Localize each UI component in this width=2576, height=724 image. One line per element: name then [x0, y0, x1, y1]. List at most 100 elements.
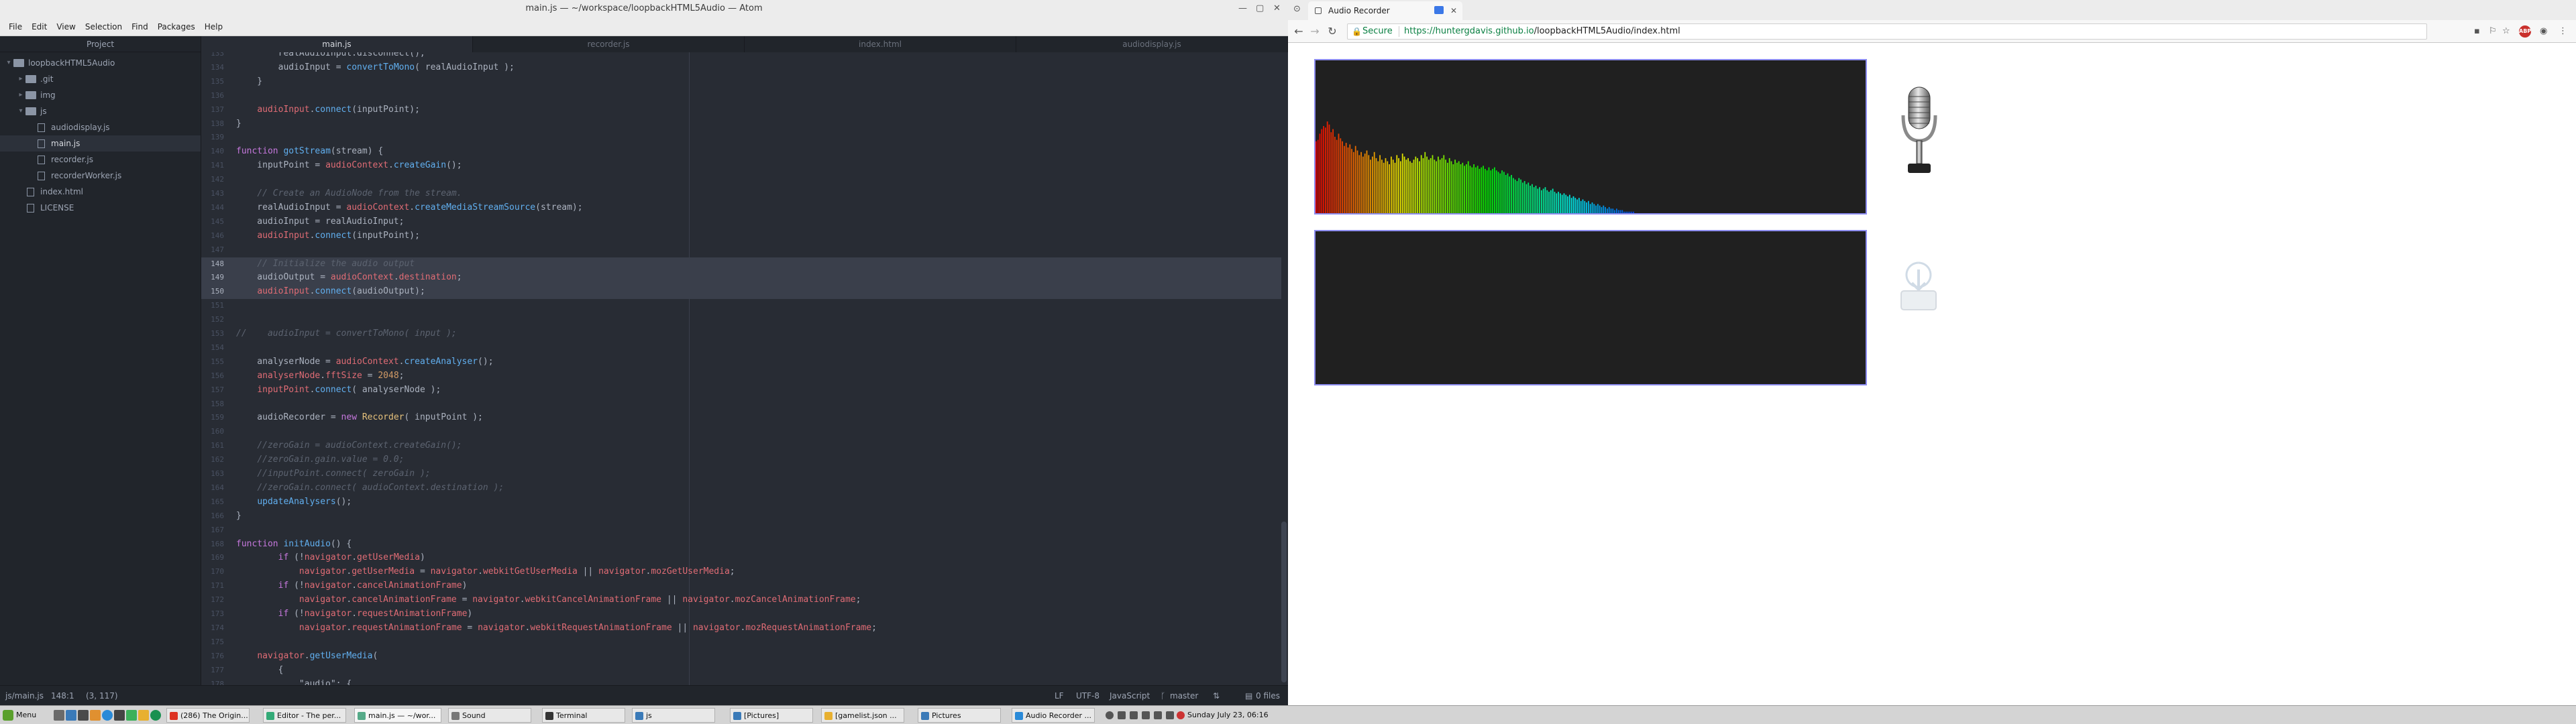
save-download-icon[interactable]	[1898, 260, 1939, 314]
bookmark-star-icon[interactable]: ☆	[2502, 26, 2510, 36]
spectrum-bar	[1464, 166, 1465, 213]
menu-find[interactable]: Find	[127, 22, 153, 32]
taskbar-item-terminal[interactable]: Terminal	[542, 708, 625, 723]
maximize-icon[interactable]: ▢	[1256, 0, 1264, 17]
chrome-icon[interactable]	[102, 710, 113, 721]
reload-icon[interactable]: ↻	[1324, 23, 1340, 40]
tab-audiodisplay-js[interactable]: audiodisplay.js	[1016, 36, 1288, 52]
taskbar-item-editor[interactable]: Editor - The per...	[263, 708, 346, 723]
spectrum-bar	[1389, 164, 1390, 213]
file-manager-icon[interactable]	[66, 710, 76, 721]
code-text: audioInput.connect(inputPoint);	[257, 104, 420, 115]
window-menu-icon[interactable]: ⊙	[1293, 4, 1301, 14]
taskbar-item-pictures-2[interactable]: Pictures	[918, 708, 1001, 723]
code-text: //inputPoint.connect( zeroGain );	[257, 469, 431, 479]
chrome-menu-icon[interactable]: ⋮	[2559, 26, 2567, 36]
sublime-icon[interactable]	[138, 710, 149, 721]
address-bar[interactable]: 🔒 Secure https://huntergdavis.github.io/…	[1347, 23, 2427, 40]
status-file-path[interactable]: js/main.js	[5, 686, 44, 705]
chrome-app-icon[interactable]	[150, 710, 161, 721]
taskbar-item-atom[interactable]: main.js — ~/wor...	[354, 708, 441, 723]
tree-item-label: index.html	[40, 187, 83, 196]
code-line: 146 audioInput.connect(inputPoint);	[201, 229, 1281, 243]
user-icon[interactable]	[1106, 711, 1114, 719]
taskbar-item-sound[interactable]: Sound	[448, 708, 531, 723]
extension-icon[interactable]: ◉	[2540, 26, 2547, 36]
code-line: 140 function gotStream(stream) {	[201, 145, 1281, 159]
tree-item-img[interactable]: ▸ img	[0, 87, 201, 103]
spectrum-bar	[1344, 145, 1345, 213]
code-line: 149 audioOutput = audioContext.destinati…	[201, 271, 1281, 286]
start-menu-button[interactable]: Menu	[16, 706, 36, 724]
tab-index-html[interactable]: index.html	[745, 36, 1016, 52]
tab-close-icon[interactable]: ✕	[1450, 1, 1457, 20]
status-branch[interactable]: master	[1170, 686, 1198, 705]
tree-item-js[interactable]: ▾ js	[0, 103, 201, 119]
tab-main-js[interactable]: main.js	[201, 36, 473, 52]
status-grammar[interactable]: JavaScript	[1110, 686, 1150, 705]
volume-icon[interactable]	[1154, 711, 1162, 719]
menu-selection[interactable]: Selection	[80, 22, 127, 32]
browser-tab[interactable]: Audio Recorder ✕	[1308, 1, 1462, 20]
spectrum-bar	[1548, 192, 1550, 213]
tree-item-index[interactable]: index.html	[0, 184, 201, 200]
code-line: 143 // Create an AudioNode from the stre…	[201, 187, 1281, 201]
taskbar-item-pictures-1[interactable]: [Pictures]	[730, 708, 813, 723]
spectrum-bar	[1454, 160, 1456, 213]
code-line: 177 {	[201, 664, 1281, 678]
update-shield-icon[interactable]	[1177, 711, 1185, 719]
steam-icon[interactable]	[114, 710, 125, 721]
tree-item-label: js	[40, 107, 47, 116]
microphone-icon[interactable]	[1900, 86, 1939, 180]
spectrum-bar	[1450, 161, 1452, 213]
back-icon[interactable]: ←	[1291, 23, 1307, 40]
status-encoding[interactable]: UTF-8	[1076, 686, 1099, 705]
menu-file[interactable]: File	[4, 22, 27, 32]
tree-item-recorderworker[interactable]: recorderWorker.js	[0, 168, 201, 184]
spectrum-bar	[1542, 188, 1544, 213]
clock[interactable]: Sunday July 23, 06:16	[1187, 706, 1269, 724]
status-cursor-position[interactable]: 148:1	[51, 686, 74, 705]
file-icon	[38, 171, 45, 180]
camera-icon[interactable]: ▪	[2474, 26, 2480, 36]
spectrum-bar	[1424, 152, 1426, 213]
tab-recorder-js[interactable]: recorder.js	[473, 36, 745, 52]
translate-icon[interactable]: ⚐	[2489, 26, 2497, 36]
tree-root[interactable]: ▾ loopbackHTML5Audio	[0, 55, 201, 71]
taskbar-item-js[interactable]: js	[632, 708, 715, 723]
bluetooth-icon[interactable]	[1118, 711, 1126, 719]
status-files[interactable]: 0 files	[1256, 686, 1280, 705]
terminal-icon[interactable]	[78, 710, 89, 721]
tree-item-audiodisplay[interactable]: audiodisplay.js	[0, 119, 201, 135]
adblock-icon[interactable]: ABP	[2519, 25, 2531, 38]
menu-packages[interactable]: Packages	[153, 22, 200, 32]
app-icon[interactable]	[126, 710, 137, 721]
network-icon[interactable]	[1130, 711, 1138, 719]
spectrum-bar	[1593, 204, 1595, 213]
tree-item-recorder[interactable]: recorder.js	[0, 152, 201, 168]
code-area[interactable]: 133 realAudioInput.disconnect(); 134 audi…	[201, 52, 1288, 685]
menu-view[interactable]: View	[52, 22, 80, 32]
minimize-icon[interactable]: —	[1238, 0, 1247, 17]
editor-scrollbar[interactable]	[1281, 522, 1287, 682]
tree-item-license[interactable]: LICENSE	[0, 200, 201, 216]
line-number: 171	[211, 581, 224, 591]
code-line: 154	[201, 341, 1281, 355]
close-icon[interactable]: ✕	[1273, 0, 1281, 17]
firefox-icon[interactable]	[90, 710, 101, 721]
forward-icon[interactable]: →	[1307, 23, 1323, 40]
show-desktop-icon[interactable]	[54, 710, 64, 721]
battery-icon[interactable]	[1166, 711, 1174, 719]
menu-edit[interactable]: Edit	[27, 22, 52, 32]
display-icon[interactable]	[1142, 711, 1150, 719]
menu-help[interactable]: Help	[200, 22, 227, 32]
spectrum-bar	[1426, 156, 1428, 213]
taskbar-item-youtube[interactable]: (286) The Origin...	[166, 708, 250, 723]
tree-item-git[interactable]: ▸ .git	[0, 71, 201, 87]
taskbar-item-gamelist[interactable]: [gamelist.json ...	[821, 708, 904, 723]
code-line: 169 if (!navigator.getUserMedia)	[201, 551, 1281, 565]
spectrum-bar	[1332, 129, 1334, 213]
status-line-ending[interactable]: LF	[1055, 686, 1064, 705]
tree-item-main[interactable]: main.js	[0, 135, 201, 152]
taskbar-item-audio-recorder[interactable]: Audio Recorder ...	[1012, 708, 1095, 723]
